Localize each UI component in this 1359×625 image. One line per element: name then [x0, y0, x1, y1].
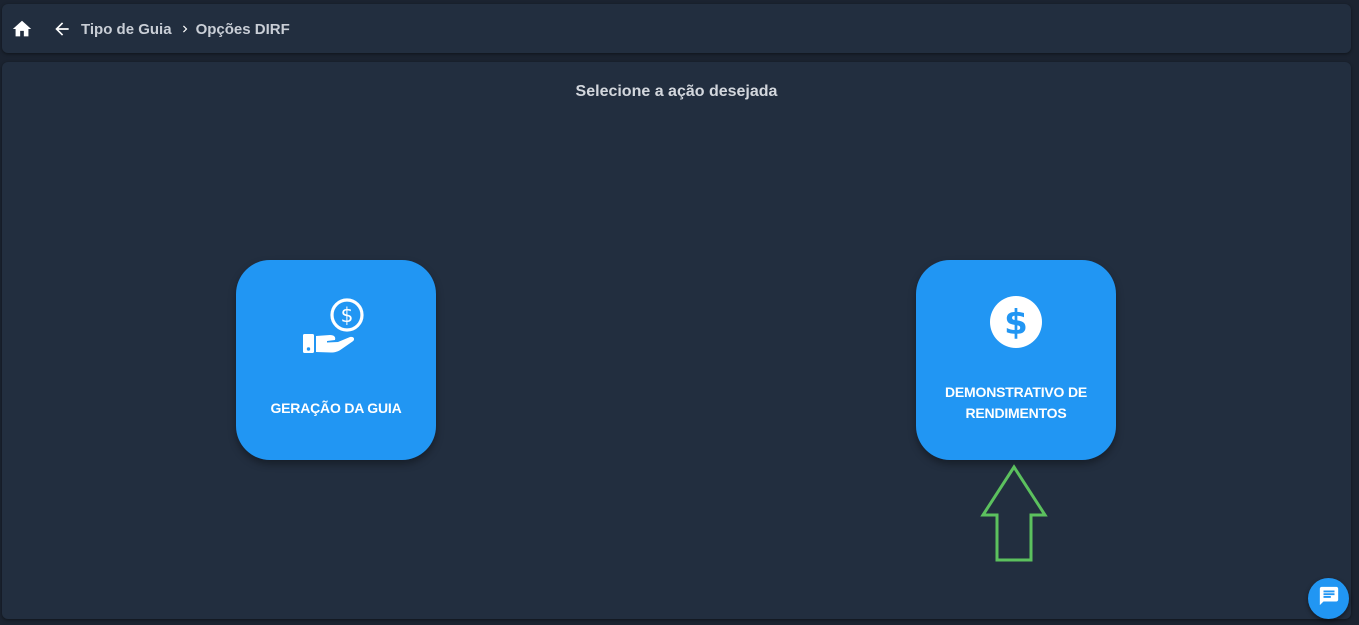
- demonstrativo-label-line1: DEMONSTRATIVO DE: [945, 384, 1087, 400]
- dollar-circle-icon: $: [916, 296, 1116, 360]
- up-arrow-annotation: [980, 464, 1048, 562]
- chat-icon: [1318, 585, 1340, 612]
- geracao-da-guia-button[interactable]: $ GERAÇÃO DA GUIA: [236, 260, 436, 460]
- geracao-da-guia-label: GERAÇÃO DA GUIA: [270, 400, 402, 416]
- hand-coin-icon: $: [236, 296, 436, 360]
- arrow-left-icon[interactable]: [52, 19, 72, 39]
- top-navigation-bar: Tipo de Guia Opções DIRF: [2, 4, 1351, 53]
- main-panel: Selecione a ação desejada $ GERAÇÃO DA G…: [2, 62, 1351, 619]
- breadcrumb-tipo-de-guia[interactable]: Tipo de Guia: [81, 21, 172, 38]
- demonstrativo-de-rendimentos-button[interactable]: $ DEMONSTRATIVO DE RENDIMENTOS: [916, 260, 1116, 460]
- page-title: Selecione a ação desejada: [575, 83, 778, 100]
- home-icon[interactable]: [11, 18, 33, 40]
- chevron-right-icon: [178, 22, 192, 36]
- breadcrumb-current: Opções DIRF: [195, 20, 290, 38]
- chat-button[interactable]: [1308, 578, 1349, 619]
- breadcrumb: Tipo de Guia Opções DIRF: [81, 19, 290, 39]
- svg-text:$: $: [1004, 303, 1028, 343]
- svg-text:$: $: [341, 303, 354, 327]
- demonstrativo-label-line2: RENDIMENTOS: [965, 405, 1067, 421]
- demonstrativo-label: DEMONSTRATIVO DE RENDIMENTOS: [930, 382, 1102, 424]
